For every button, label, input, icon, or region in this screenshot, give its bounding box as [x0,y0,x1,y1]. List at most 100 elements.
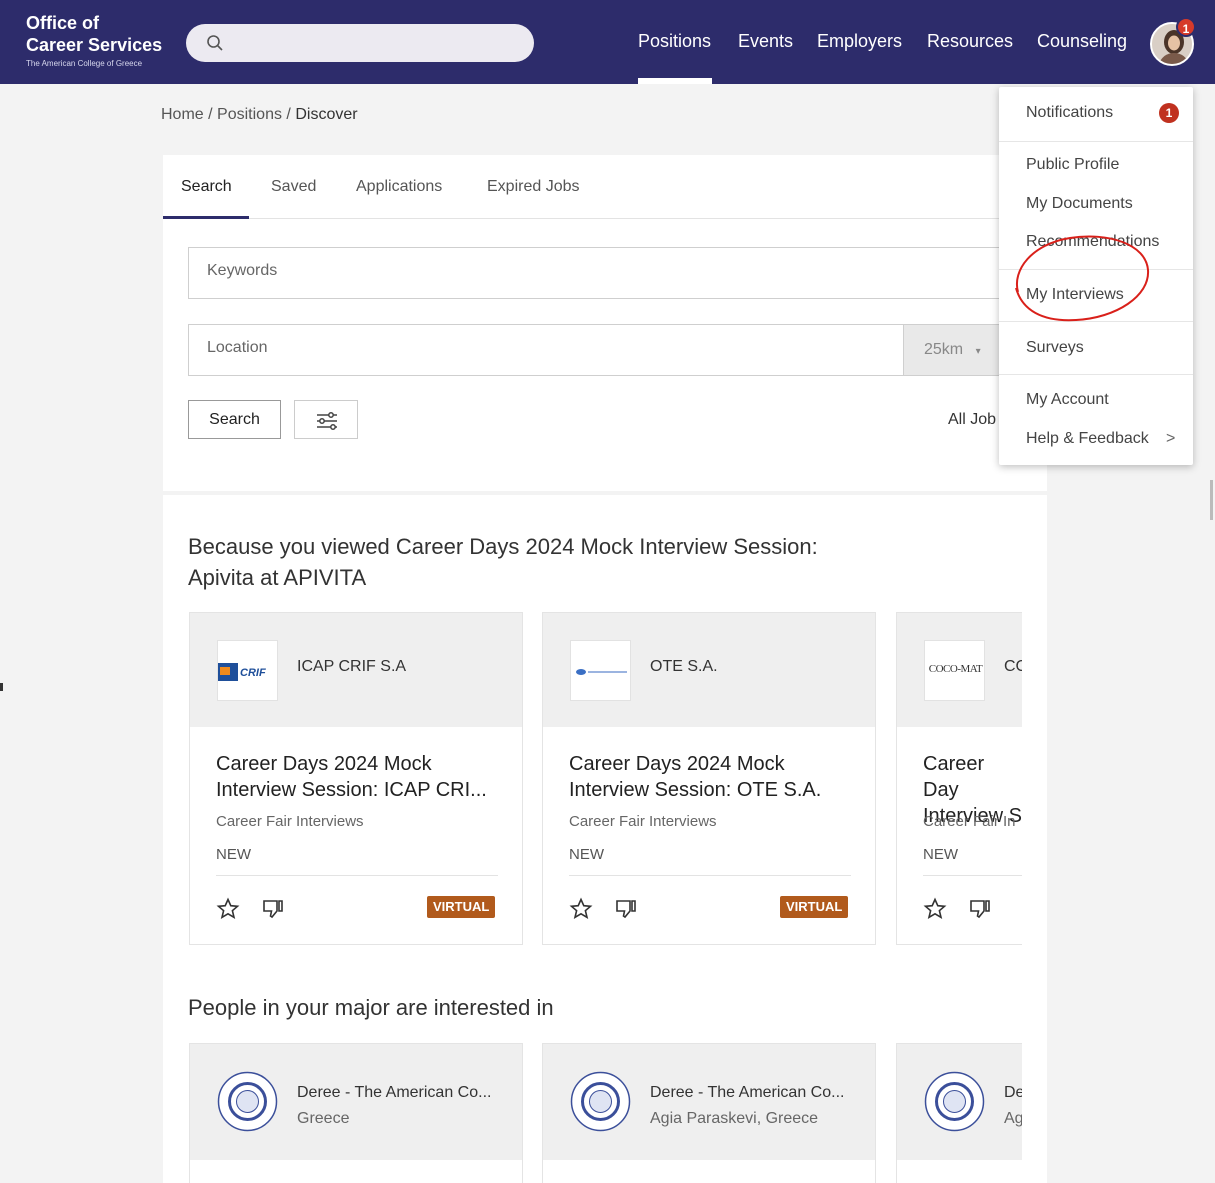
menu-item-surveys[interactable]: Surveys [1026,339,1084,357]
breadcrumb-home[interactable]: Home [161,106,204,123]
job-card[interactable]: CRIF ICAP CRIF S.A Career Days 2024 Mock… [189,612,523,945]
breadcrumb-current: Discover [295,106,358,123]
job-title[interactable]: Career Days 2024 Mock Interview Session:… [569,751,859,803]
thumbs-down-icon[interactable] [614,898,638,920]
new-label: NEW [569,846,604,863]
menu-divider [999,141,1193,142]
breadcrumb: Home / Positions / Discover [161,106,358,124]
employer-card[interactable]: Deree - The American Co... Greece [189,1043,523,1183]
virtual-badge: VIRTUAL [780,896,849,918]
employer-location: Ag [1004,1110,1022,1127]
company-name[interactable]: ICAP CRIF S.A [297,658,406,676]
all-jobs-filter[interactable]: All Job [948,411,996,429]
employer-name[interactable]: Deree - The American Co... [650,1084,844,1102]
company-name[interactable]: CC [1004,658,1022,676]
star-icon[interactable] [216,897,240,921]
tab-expired-jobs[interactable]: Expired Jobs [487,178,580,196]
tab-saved[interactable]: Saved [271,178,316,196]
icap-crif-logo-icon: CRIF [218,663,266,681]
location-input[interactable] [207,339,887,357]
nav-active-indicator [638,78,712,84]
breadcrumb-positions[interactable]: Positions [217,106,282,123]
tab-bar: Search Saved Applications Expired Jobs [163,155,1047,219]
keywords-field[interactable] [188,247,1028,299]
card-divider [569,875,851,876]
breadcrumb-separator: / [208,106,213,123]
location-field[interactable]: 25km ▾ [188,324,1028,376]
brand-tagline: The American College of Greece [26,59,143,68]
menu-item-my-documents[interactable]: My Documents [1026,195,1133,213]
company-logo: COCO-MAT [924,640,985,701]
employer-card[interactable]: Deree - The American Co... Agia Paraskev… [542,1043,876,1183]
card-divider [923,875,1022,876]
menu-item-notifications[interactable]: Notifications [1026,104,1113,122]
menu-item-help-feedback[interactable]: Help & Feedback [1026,430,1149,448]
breadcrumb-separator: / [286,106,291,123]
college-seal-icon [217,1071,278,1132]
job-type: Career Fair In [923,813,1016,830]
global-search[interactable] [186,24,534,62]
search-panel: Search Saved Applications Expired Jobs 2… [163,155,1047,491]
virtual-badge: VIRTUAL [427,896,496,918]
chevron-right-icon: > [1166,430,1176,447]
brand-line-1: Office of [26,13,100,33]
menu-item-public-profile[interactable]: Public Profile [1026,156,1119,174]
employer-location: Greece [297,1110,350,1127]
filters-button[interactable] [294,400,358,439]
company-name[interactable]: OTE S.A. [650,658,718,676]
tab-search[interactable]: Search [181,178,232,196]
employer-card[interactable]: De Ag [896,1043,1022,1183]
edge-mark [0,683,3,691]
college-seal-icon [924,1071,985,1132]
section-because-you-viewed-title: Because you viewed Career Days 2024 Mock… [188,534,818,590]
star-icon[interactable] [569,897,593,921]
keywords-input[interactable] [207,262,907,280]
distance-value: 25km [924,341,964,358]
notifications-count-badge: 1 [1159,103,1179,123]
chevron-down-icon: ▾ [975,346,981,357]
company-logo: CRIF [217,640,278,701]
employer-name[interactable]: Deree - The American Co... [297,1084,491,1102]
employer-location: Agia Paraskevi, Greece [650,1110,819,1127]
top-navigation-bar [0,0,1215,84]
company-logo [924,1071,985,1132]
nav-positions[interactable]: Positions [638,31,711,52]
job-card[interactable]: COCO-MAT CC Career Day Interview S Caree… [896,612,1022,945]
job-card[interactable]: OTE S.A. Career Days 2024 Mock Interview… [542,612,876,945]
card-divider [216,875,498,876]
nav-counseling[interactable]: Counseling [1037,31,1127,52]
nav-events[interactable]: Events [738,31,793,52]
scrollbar[interactable] [1210,480,1213,520]
company-logo [217,1071,278,1132]
tab-active-indicator [163,216,249,219]
company-logo [570,1071,631,1132]
brand-logo[interactable]: Office of Career Services The American C… [26,12,162,70]
search-button[interactable]: Search [188,400,281,439]
annotation-circle [1015,235,1150,322]
menu-divider [999,374,1193,375]
filter-sliders-icon [317,412,337,430]
college-seal-icon [570,1071,631,1132]
section-people-in-major-title: People in your major are interested in [188,995,554,1020]
nav-employers[interactable]: Employers [817,31,902,52]
avatar-notification-badge: 1 [1176,17,1196,37]
job-type: Career Fair Interviews [569,813,717,830]
search-icon [207,35,223,51]
menu-item-my-account[interactable]: My Account [1026,391,1109,409]
ote-logo-icon [576,669,627,675]
new-label: NEW [923,846,958,863]
coco-mat-logo-text: COCO-MAT [928,663,983,675]
employer-name[interactable]: De [1004,1084,1022,1102]
job-title[interactable]: Career Days 2024 Mock Interview Session:… [216,751,506,803]
job-type: Career Fair Interviews [216,813,364,830]
svg-text:CRIF: CRIF [240,667,266,679]
brand-line-2: Career Services [26,35,163,55]
thumbs-down-icon[interactable] [261,898,285,920]
tab-applications[interactable]: Applications [356,178,442,196]
company-logo [570,640,631,701]
thumbs-down-icon[interactable] [968,898,992,920]
star-icon[interactable] [923,897,947,921]
nav-resources[interactable]: Resources [927,31,1013,52]
global-search-input[interactable] [234,32,514,54]
new-label: NEW [216,846,251,863]
